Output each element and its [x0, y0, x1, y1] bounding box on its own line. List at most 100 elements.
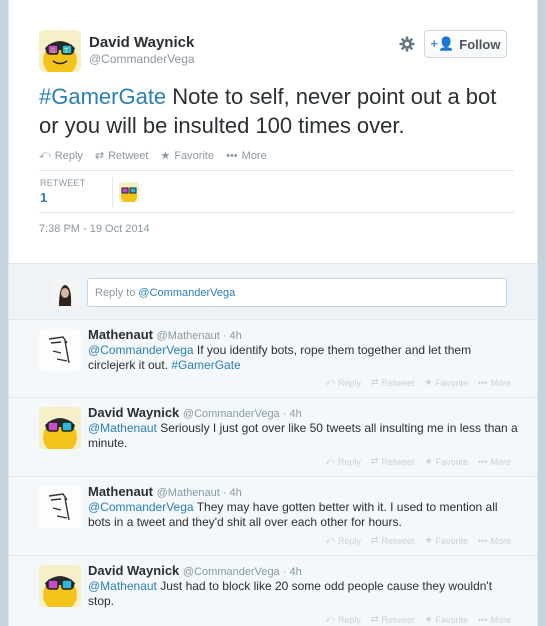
reply-header: David Waynick @CommanderVega · 4h — [88, 405, 302, 420]
retweet-icon: ⇄ — [370, 377, 379, 387]
reply-actions: ⤺ Reply ⇄ Retweet ★ Favorite ••• More — [325, 377, 511, 388]
add-user-icon: +👤 — [430, 36, 455, 51]
replier-avatar[interactable] — [39, 407, 81, 449]
hashtag-link[interactable]: #GamerGate — [39, 84, 166, 109]
main-tweet: G T David Waynick @CommanderVega +👤 Foll — [9, 0, 537, 263]
star-icon: ★ — [424, 377, 433, 387]
retweet-button[interactable]: ⇄ Retweet — [371, 377, 415, 388]
reply-button[interactable]: ⤺ Reply — [39, 149, 83, 162]
replier-handle[interactable]: @Mathenaut · 4h — [157, 330, 242, 342]
list-item[interactable]: David Waynick @CommanderVega · 4h @Mathe… — [9, 398, 537, 477]
stat-divider — [112, 177, 113, 207]
reply-arrow-icon: ⤺ — [325, 377, 335, 387]
reply-label: Reply — [337, 535, 361, 546]
follow-label: Follow — [459, 36, 501, 52]
reply-button[interactable]: ⤺ Reply — [325, 456, 361, 467]
replier-handle[interactable]: @CommanderVega · 4h — [183, 566, 302, 578]
reply-text: @Mathenaut Just had to block like 20 som… — [88, 579, 518, 609]
more-label: More — [490, 535, 511, 546]
favorite-button[interactable]: ★ Favorite — [424, 535, 468, 546]
reply-button[interactable]: ⤺ Reply — [325, 377, 361, 388]
favorite-label: Favorite — [174, 149, 215, 162]
reply-arrow-icon: ⤺ — [325, 456, 335, 466]
more-button[interactable]: ••• More — [226, 149, 267, 162]
reply-text: @CommanderVega They may have gotten bett… — [88, 500, 518, 530]
reply-actions: ⤺ Reply ⇄ Retweet ★ Favorite ••• More — [325, 456, 511, 467]
retweet-icon: ⇄ — [370, 456, 379, 466]
mention-link[interactable]: @Mathenaut — [88, 421, 157, 435]
retweet-button[interactable]: ⇄ Retweet — [95, 149, 149, 163]
reply-actions: ⤺ Reply ⇄ Retweet ★ Favorite ••• More — [325, 614, 511, 625]
mention-link[interactable]: @CommanderVega — [88, 500, 194, 514]
list-item[interactable]: David Waynick @CommanderVega · 4h @Mathe… — [9, 556, 537, 626]
retweet-icon: ⇄ — [370, 535, 379, 545]
favorite-button[interactable]: ★ Favorite — [160, 149, 215, 163]
replier-avatar[interactable] — [39, 329, 81, 371]
more-button[interactable]: ••• More — [478, 456, 511, 467]
follow-button[interactable]: +👤 Follow — [424, 30, 507, 58]
hashtag-link[interactable]: #GamerGate — [171, 358, 240, 372]
reply-button[interactable]: ⤺ Reply — [325, 614, 361, 625]
replier-avatar[interactable] — [39, 486, 81, 528]
tweet-actions: ⤺ Reply ⇄ Retweet ★ Favorite ••• More — [39, 149, 267, 162]
mention-link[interactable]: @Mathenaut — [88, 579, 157, 593]
reply-actions: ⤺ Reply ⇄ Retweet ★ Favorite ••• More — [325, 535, 511, 546]
author-handle[interactable]: @CommanderVega — [89, 52, 195, 66]
svg-text:G: G — [51, 47, 55, 55]
author-name[interactable]: David Waynick — [89, 34, 194, 51]
replier-handle[interactable]: @Mathenaut · 4h — [157, 487, 242, 499]
replier-handle[interactable]: @CommanderVega · 4h — [183, 408, 302, 420]
more-button[interactable]: ••• More — [478, 535, 511, 546]
favorite-label: Favorite — [435, 456, 469, 467]
replier-name[interactable]: David Waynick — [88, 405, 179, 420]
list-item[interactable]: Mathenaut @Mathenaut · 4h @CommanderVega… — [9, 320, 537, 398]
tweet-permalink-card: G T David Waynick @CommanderVega +👤 Foll — [8, 0, 538, 626]
retweeter-avatar[interactable] — [119, 182, 139, 202]
ellipsis-icon: ••• — [478, 377, 488, 388]
retweet-count[interactable]: 1 — [40, 190, 47, 205]
more-button[interactable]: ••• More — [478, 377, 511, 388]
mention-link[interactable]: @CommanderVega — [88, 343, 194, 357]
star-icon: ★ — [424, 456, 433, 466]
favorite-label: Favorite — [435, 614, 469, 625]
gear-icon[interactable] — [399, 36, 415, 52]
more-button[interactable]: ••• More — [478, 614, 511, 625]
replier-name[interactable]: Mathenaut — [88, 484, 153, 499]
star-icon: ★ — [160, 150, 171, 162]
retweet-button[interactable]: ⇄ Retweet — [371, 614, 415, 625]
tweet-text: #GamerGate Note to self, never point out… — [39, 82, 519, 140]
retweet-button[interactable]: ⇄ Retweet — [371, 456, 415, 467]
reply-input[interactable]: Reply to @CommanderVega — [87, 278, 507, 307]
favorite-button[interactable]: ★ Favorite — [424, 614, 468, 625]
more-label: More — [241, 149, 267, 162]
reply-arrow-icon: ⤺ — [39, 149, 51, 161]
ellipsis-icon: ••• — [478, 614, 488, 625]
reply-header: Mathenaut @Mathenaut · 4h — [88, 484, 242, 499]
favorite-button[interactable]: ★ Favorite — [424, 377, 468, 388]
reply-arrow-icon: ⤺ — [325, 535, 335, 545]
reply-header: Mathenaut @Mathenaut · 4h — [88, 327, 242, 342]
tweet-timestamp[interactable]: 7:38 PM - 19 Oct 2014 — [39, 223, 150, 235]
favorite-button[interactable]: ★ Favorite — [424, 456, 468, 467]
reply-label: Reply — [54, 149, 83, 162]
reply-compose-box: Reply to @CommanderVega — [9, 263, 537, 320]
author-avatar[interactable]: G T — [39, 30, 81, 72]
reply-header: David Waynick @CommanderVega · 4h — [88, 563, 302, 578]
reply-placeholder: Reply to — [95, 287, 139, 299]
replier-name[interactable]: Mathenaut — [88, 327, 153, 342]
retweet-icon: ⇄ — [370, 614, 379, 624]
ellipsis-icon: ••• — [478, 535, 488, 546]
reply-text: @CommanderVega If you identify bots, rop… — [88, 343, 518, 373]
retweet-button[interactable]: ⇄ Retweet — [371, 535, 415, 546]
retweet-label: Retweet — [108, 149, 149, 162]
list-item[interactable]: Mathenaut @Mathenaut · 4h @CommanderVega… — [9, 477, 537, 556]
retweet-label: Retweet — [381, 456, 415, 467]
replier-name[interactable]: David Waynick — [88, 563, 179, 578]
retweet-label: Retweet — [381, 535, 415, 546]
replier-avatar[interactable] — [39, 565, 81, 607]
more-label: More — [490, 377, 511, 388]
favorite-label: Favorite — [435, 377, 469, 388]
reply-button[interactable]: ⤺ Reply — [325, 535, 361, 546]
reply-placeholder-mention: @CommanderVega — [138, 287, 236, 299]
star-icon: ★ — [424, 535, 433, 545]
